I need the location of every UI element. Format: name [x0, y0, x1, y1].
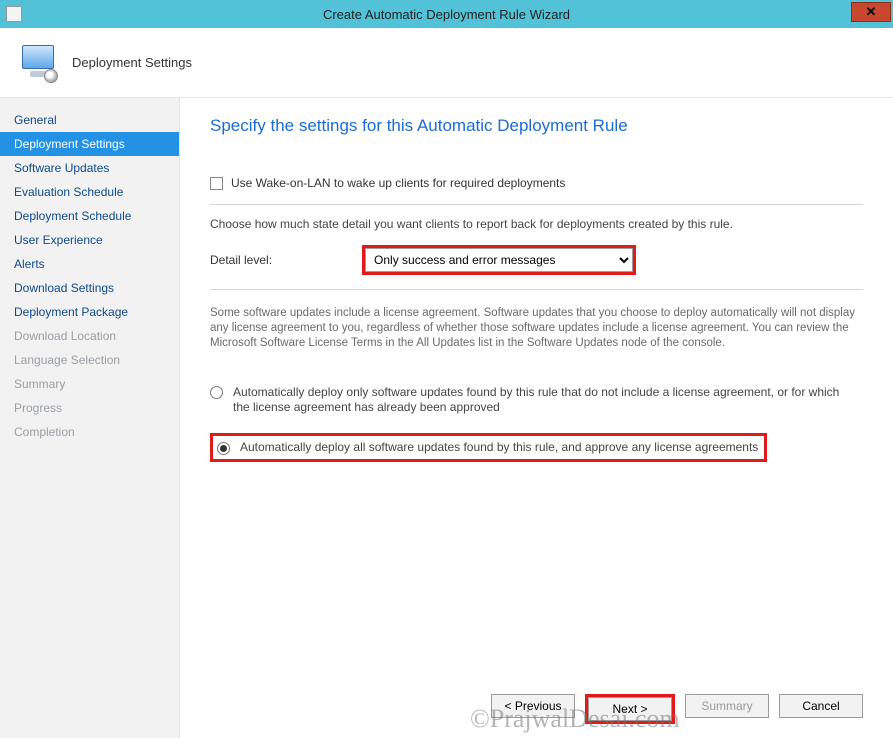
radio-deploy-no-license-label: Automatically deploy only software updat…: [233, 385, 853, 415]
previous-button[interactable]: < Previous: [491, 694, 575, 718]
sidebar-item-deployment-package[interactable]: Deployment Package: [0, 300, 179, 324]
radio-deploy-approve-license[interactable]: [217, 442, 230, 455]
system-icon: [6, 6, 22, 22]
detail-level-combo[interactable]: Only success and error messages: [365, 248, 633, 272]
next-button-highlight: Next >: [585, 694, 675, 724]
wol-checkbox[interactable]: [210, 177, 223, 190]
wizard-main: Specify the settings for this Automatic …: [180, 98, 893, 738]
sidebar-item-completion: Completion: [0, 420, 179, 444]
next-button[interactable]: Next >: [588, 697, 672, 721]
detail-level-row: Detail level: Only success and error mes…: [210, 245, 863, 275]
state-detail-hint: Choose how much state detail you want cl…: [210, 217, 863, 231]
detail-level-label: Detail level:: [210, 253, 272, 267]
radio-row-1: Automatically deploy only software updat…: [210, 385, 863, 415]
sidebar-item-download-settings[interactable]: Download Settings: [0, 276, 179, 300]
window-title: Create Automatic Deployment Rule Wizard: [0, 7, 893, 22]
license-note: Some software updates include a license …: [210, 306, 863, 351]
summary-button: Summary: [685, 694, 769, 718]
separator-1: [210, 204, 863, 205]
sidebar-item-alerts[interactable]: Alerts: [0, 252, 179, 276]
close-button[interactable]: ✕: [851, 2, 891, 22]
sidebar-item-language-selection: Language Selection: [0, 348, 179, 372]
titlebar: Create Automatic Deployment Rule Wizard …: [0, 0, 893, 28]
sidebar-item-user-experience[interactable]: User Experience: [0, 228, 179, 252]
wol-row: Use Wake-on-LAN to wake up clients for r…: [210, 176, 863, 190]
separator-2: [210, 289, 863, 290]
sidebar-item-general[interactable]: General: [0, 108, 179, 132]
page-title: Specify the settings for this Automatic …: [210, 116, 863, 136]
sidebar-item-software-updates[interactable]: Software Updates: [0, 156, 179, 180]
wizard-sidebar: General Deployment Settings Software Upd…: [0, 98, 180, 738]
wizard-body: General Deployment Settings Software Upd…: [0, 98, 893, 738]
sidebar-item-deployment-settings[interactable]: Deployment Settings: [0, 132, 179, 156]
sidebar-item-evaluation-schedule[interactable]: Evaluation Schedule: [0, 180, 179, 204]
sidebar-item-deployment-schedule[interactable]: Deployment Schedule: [0, 204, 179, 228]
sidebar-item-summary: Summary: [0, 372, 179, 396]
wizard-header: Deployment Settings: [0, 28, 893, 98]
sidebar-item-progress: Progress: [0, 396, 179, 420]
radio-deploy-no-license[interactable]: [210, 386, 223, 399]
deployment-icon: [18, 43, 58, 83]
wizard-footer: < Previous Next > Summary Cancel: [210, 680, 863, 738]
detail-level-highlight: Only success and error messages: [362, 245, 636, 275]
wizard-header-title: Deployment Settings: [72, 55, 192, 70]
cancel-button[interactable]: Cancel: [779, 694, 863, 718]
wol-checkbox-label: Use Wake-on-LAN to wake up clients for r…: [231, 176, 565, 190]
radio-row-2-highlight: Automatically deploy all software update…: [210, 433, 863, 462]
sidebar-item-download-location: Download Location: [0, 324, 179, 348]
radio-deploy-approve-license-label: Automatically deploy all software update…: [240, 440, 758, 455]
license-radio-group: Automatically deploy only software updat…: [210, 385, 863, 462]
